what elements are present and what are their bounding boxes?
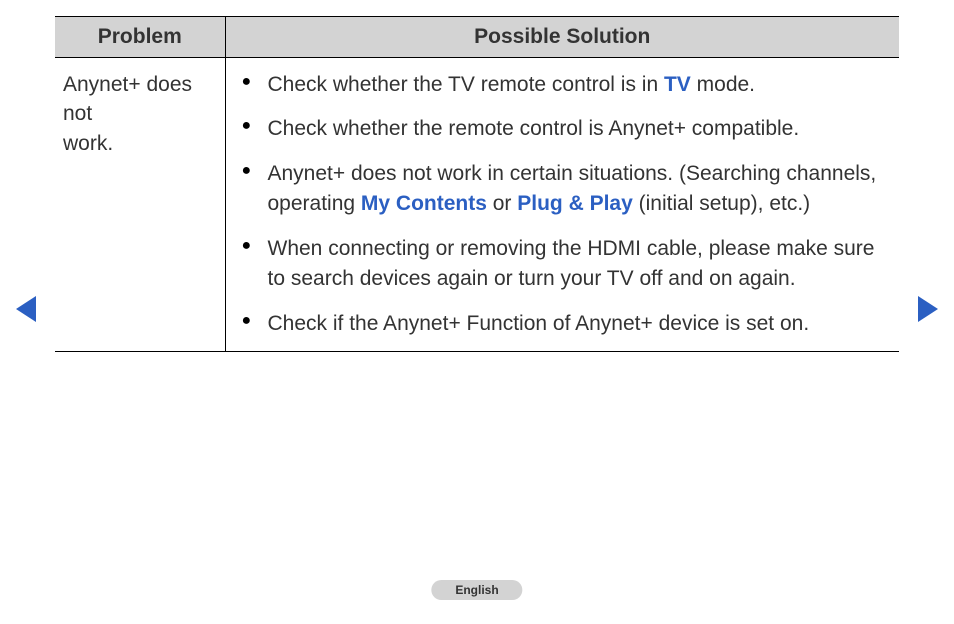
header-solution: Possible Solution (225, 17, 899, 58)
list-item: Check whether the remote control is Anyn… (226, 114, 882, 144)
list-item: Anynet+ does not work in certain situati… (226, 159, 882, 220)
next-page-arrow[interactable] (918, 296, 938, 322)
solution-text: (initial setup), etc.) (633, 192, 810, 215)
table-header-row: Problem Possible Solution (55, 17, 899, 58)
solution-list: Check whether the TV remote control is i… (226, 70, 882, 339)
table-row: Anynet+ does not work. Check whether the… (55, 58, 899, 352)
highlight-plugplay: Plug & Play (517, 192, 633, 215)
page-container: Problem Possible Solution Anynet+ does n… (0, 0, 954, 624)
language-indicator: English (431, 580, 522, 600)
solution-cell: Check whether the TV remote control is i… (225, 58, 899, 352)
highlight-tv: TV (664, 73, 691, 96)
solution-text: When connecting or removing the HDMI cab… (268, 237, 875, 290)
language-label: English (455, 583, 498, 597)
highlight-mycontents: My Contents (361, 192, 487, 215)
problem-text-line2: work. (63, 132, 113, 155)
troubleshooting-table-wrapper: Problem Possible Solution Anynet+ does n… (55, 16, 899, 352)
previous-page-arrow[interactable] (16, 296, 36, 322)
solution-text: Check whether the TV remote control is i… (268, 73, 664, 96)
list-item: When connecting or removing the HDMI cab… (226, 234, 882, 295)
solution-text: or (487, 192, 517, 215)
header-problem: Problem (55, 17, 225, 58)
solution-text: Check whether the remote control is Anyn… (268, 117, 800, 140)
solution-text: mode. (691, 73, 755, 96)
solution-text: Check if the Anynet+ Function of Anynet+… (268, 312, 810, 335)
problem-cell: Anynet+ does not work. (55, 58, 225, 352)
list-item: Check whether the TV remote control is i… (226, 70, 882, 100)
problem-text-line1: Anynet+ does not (63, 73, 192, 125)
list-item: Check if the Anynet+ Function of Anynet+… (226, 309, 882, 339)
troubleshooting-table: Problem Possible Solution Anynet+ does n… (55, 16, 899, 352)
